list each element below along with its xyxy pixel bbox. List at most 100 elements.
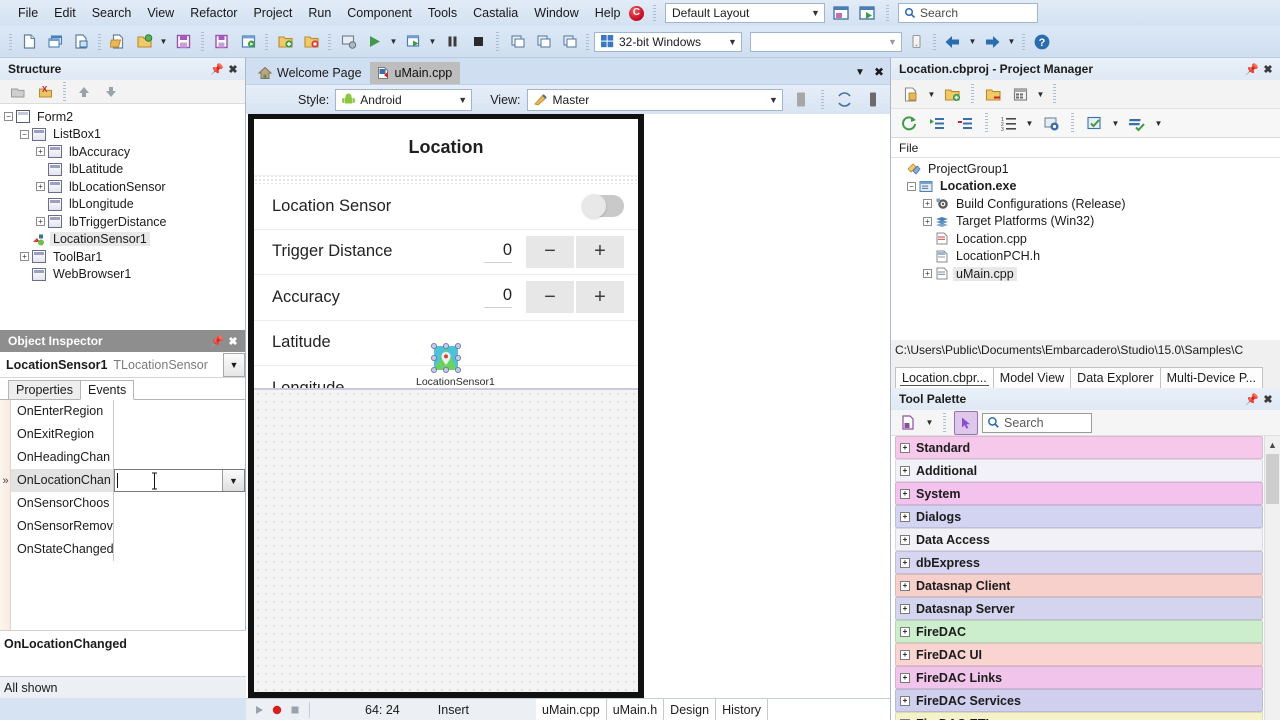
object-selector-dropdown-icon[interactable]: ▼ (223, 352, 245, 377)
pin-icon[interactable]: 📌 (209, 333, 225, 349)
event-value[interactable] (114, 400, 245, 423)
pin-icon[interactable]: 📌 (209, 61, 225, 77)
event-row[interactable]: OnExitRegion (0, 423, 245, 446)
status-run-icon[interactable] (250, 701, 268, 719)
expander-icon[interactable]: + (900, 626, 910, 637)
accuracy-minus-button[interactable]: − (526, 281, 574, 314)
expander-icon[interactable]: + (900, 672, 910, 683)
run-dropdown-icon[interactable]: ▼ (388, 30, 399, 54)
project-options-dropdown-icon[interactable]: ▼ (1035, 82, 1046, 106)
project-node-locationpch-h[interactable]: LocationPCH.h (895, 248, 1280, 266)
pm-tab-multi-device-preview[interactable]: Multi-Device P... (1159, 367, 1263, 388)
pause-icon[interactable] (440, 30, 464, 54)
menu-help[interactable]: Help (587, 3, 629, 23)
open-project-dropdown-icon[interactable]: ▼ (158, 30, 169, 54)
event-value[interactable] (114, 446, 245, 469)
expander-icon[interactable]: + (36, 182, 45, 192)
navigate-forward-dropdown-icon[interactable]: ▼ (1006, 30, 1017, 54)
tool-palette-scrollbar[interactable]: ▲ ▼ (1264, 436, 1280, 720)
expander-icon[interactable]: + (900, 488, 910, 499)
close-icon[interactable]: ✖ (1260, 391, 1276, 407)
location-sensor-component[interactable]: LocationSensor1 (416, 341, 495, 388)
event-row-selected[interactable]: » OnLocationChan ▼ (0, 469, 245, 492)
remove-file-icon[interactable] (981, 82, 1005, 106)
expander-icon[interactable]: + (900, 465, 910, 476)
expander-icon[interactable]: + (36, 147, 45, 157)
event-value[interactable] (114, 515, 245, 538)
tree-node-toolbar1[interactable]: + ToolBar1 (4, 248, 245, 266)
palette-category-data-access[interactable]: + Data Access (895, 528, 1263, 551)
save-icon[interactable] (171, 30, 195, 54)
new-file-icon[interactable] (17, 30, 41, 54)
open-file-icon[interactable] (106, 30, 130, 54)
palette-category-firedac-ui[interactable]: + FireDAC UI (895, 643, 1263, 666)
view-options-icon[interactable] (1039, 111, 1063, 135)
expand-all-icon[interactable] (925, 111, 949, 135)
trigger-distance-minus-button[interactable]: − (526, 235, 574, 268)
menu-tools[interactable]: Tools (420, 3, 465, 23)
expander-icon[interactable]: − (20, 129, 29, 139)
tab-list-dropdown-icon[interactable]: ▼ (855, 67, 865, 78)
tree-node-lbtriggerdistance[interactable]: + lbTriggerDistance (4, 213, 245, 231)
palette-category-firedac-etl[interactable]: + FireDAC ETL (895, 712, 1263, 720)
palette-category-datasnap-client[interactable]: + Datasnap Client (895, 574, 1263, 597)
trigger-distance-value[interactable]: 0 (484, 241, 512, 263)
pm-tab-data-explorer[interactable]: Data Explorer (1070, 367, 1161, 388)
close-icon[interactable]: ✖ (1260, 61, 1276, 77)
view-tab-umain-cpp[interactable]: uMain.cpp (536, 698, 607, 720)
run-without-debug-icon[interactable] (401, 30, 425, 54)
add-to-project-icon[interactable] (273, 30, 297, 54)
add-file-icon[interactable] (940, 82, 964, 106)
view-tab-history[interactable]: History (716, 698, 768, 720)
style-combo[interactable]: Android ▼ (335, 88, 473, 111)
expander-icon[interactable]: + (900, 695, 910, 706)
event-row[interactable]: OnHeadingChan (0, 446, 245, 469)
expander-icon[interactable]: + (923, 199, 932, 209)
tree-node-lbaccuracy[interactable]: + lbAccuracy (4, 143, 245, 161)
project-options-icon[interactable] (1008, 82, 1032, 106)
run-icon[interactable] (362, 30, 386, 54)
tree-node-lblocationsensor[interactable]: + lbLocationSensor (4, 178, 245, 196)
activate-target-dropdown-icon[interactable]: ▼ (1110, 111, 1121, 135)
save-project-as-icon[interactable] (236, 30, 260, 54)
location-sensor-toggle[interactable] (582, 194, 624, 219)
palette-category-firedac-services[interactable]: + FireDAC Services (895, 689, 1263, 712)
tool-palette-search-input[interactable]: Search (982, 412, 1092, 433)
event-value-dropdown-icon[interactable]: ▼ (222, 470, 244, 491)
build-group-dropdown-icon[interactable]: ▼ (1153, 111, 1164, 135)
move-up-icon[interactable] (72, 80, 96, 104)
global-search-input[interactable]: Search (898, 3, 1038, 23)
save-layout-icon[interactable] (831, 3, 851, 23)
view-tab-design[interactable]: Design (664, 698, 717, 720)
event-value-editor[interactable]: ▼ (114, 469, 245, 492)
menu-file[interactable]: File (10, 3, 46, 23)
new-window-icon[interactable] (43, 30, 67, 54)
castalia-badge-icon[interactable]: C (629, 5, 644, 21)
run-to-cursor-icon[interactable] (557, 30, 581, 54)
expander-icon[interactable]: + (900, 534, 910, 545)
menu-search[interactable]: Search (84, 3, 140, 23)
menu-edit[interactable]: Edit (46, 3, 84, 23)
event-value[interactable] (114, 423, 245, 446)
pin-icon[interactable]: 📌 (1244, 391, 1260, 407)
new-project-dropdown-icon[interactable]: ▼ (926, 82, 937, 106)
expander-icon[interactable]: + (900, 649, 910, 660)
project-node-target-platforms[interactable]: + Target Platforms (Win32) (895, 213, 1280, 231)
status-stop-icon[interactable] (286, 701, 304, 719)
navigate-back-icon[interactable] (941, 30, 965, 54)
refresh-icon[interactable] (897, 111, 921, 135)
expander-icon[interactable]: + (900, 557, 910, 568)
expander-icon[interactable]: + (923, 269, 932, 279)
tree-node-listbox1[interactable]: − ListBox1 (4, 126, 245, 144)
pm-tab-model-view[interactable]: Model View (992, 367, 1072, 388)
palette-category-dbexpress[interactable]: + dbExpress (895, 551, 1263, 574)
tree-node-lblongitude[interactable]: lbLongitude (4, 196, 245, 214)
mobile-device-icon[interactable] (904, 30, 928, 54)
event-row[interactable]: OnSensorRemov (0, 515, 245, 538)
expander-icon[interactable]: + (900, 442, 910, 453)
expander-icon[interactable]: − (4, 112, 13, 122)
close-icon[interactable]: ✖ (225, 333, 241, 349)
expander-icon[interactable]: + (900, 603, 910, 614)
trace-into-icon[interactable] (505, 30, 529, 54)
accuracy-value[interactable]: 0 (484, 286, 512, 309)
